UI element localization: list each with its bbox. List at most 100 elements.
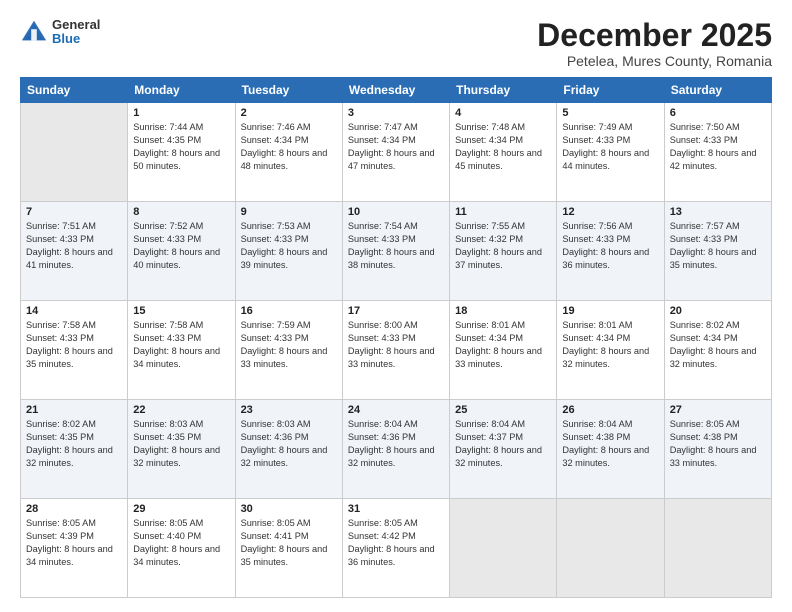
cell-info: Sunrise: 7:51 AM Sunset: 4:33 PM Dayligh… (26, 220, 122, 272)
day-number: 19 (562, 305, 658, 317)
calendar-cell: 23 Sunrise: 8:03 AM Sunset: 4:36 PM Dayli… (235, 400, 342, 499)
day-number: 25 (455, 404, 551, 416)
cell-info: Sunrise: 7:58 AM Sunset: 4:33 PM Dayligh… (26, 319, 122, 371)
cell-info: Sunrise: 8:02 AM Sunset: 4:35 PM Dayligh… (26, 418, 122, 470)
calendar-cell (21, 103, 128, 202)
calendar-cell: 9Sunrise: 7:53 AM Sunset: 4:33 PM Daylig… (235, 202, 342, 301)
calendar-cell: 5Sunrise: 7:49 AM Sunset: 4:33 PM Daylig… (557, 103, 664, 202)
cell-info: Sunrise: 7:47 AM Sunset: 4:34 PM Dayligh… (348, 121, 444, 173)
cell-info: Sunrise: 7:48 AM Sunset: 4:34 PM Dayligh… (455, 121, 551, 173)
logo-text: General Blue (52, 18, 100, 47)
day-number: 11 (455, 206, 551, 218)
month-title: December 2025 (537, 18, 772, 53)
logo-blue: Blue (52, 32, 100, 46)
calendar-cell: 14 Sunrise: 7:58 AM Sunset: 4:33 PM Dayli… (21, 301, 128, 400)
cell-info: Sunrise: 7:46 AM Sunset: 4:34 PM Dayligh… (241, 121, 337, 173)
day-number: 26 (562, 404, 658, 416)
calendar-cell: 20 Sunrise: 8:02 AM Sunset: 4:34 PM Dayli… (664, 301, 771, 400)
week-row-5: 28 Sunrise: 8:05 AM Sunset: 4:39 PM Dayli… (21, 499, 772, 598)
calendar-cell (450, 499, 557, 598)
subtitle: Petelea, Mures County, Romania (537, 53, 772, 69)
cell-info: Sunrise: 8:05 AM Sunset: 4:42 PM Dayligh… (348, 517, 444, 569)
week-row-2: 7 Sunrise: 7:51 AM Sunset: 4:33 PM Daylig… (21, 202, 772, 301)
day-number: 1 (133, 107, 229, 119)
cell-info: Sunrise: 8:04 AM Sunset: 4:37 PM Dayligh… (455, 418, 551, 470)
day-number: 7 (26, 206, 122, 218)
day-number: 23 (241, 404, 337, 416)
week-row-4: 21 Sunrise: 8:02 AM Sunset: 4:35 PM Dayli… (21, 400, 772, 499)
cell-info: Sunrise: 8:02 AM Sunset: 4:34 PM Dayligh… (670, 319, 766, 371)
cell-info: Sunrise: 8:05 AM Sunset: 4:38 PM Dayligh… (670, 418, 766, 470)
calendar-cell: 10 Sunrise: 7:54 AM Sunset: 4:33 PM Dayli… (342, 202, 449, 301)
cell-info: Sunrise: 8:05 AM Sunset: 4:39 PM Dayligh… (26, 517, 122, 569)
cell-info: Sunrise: 7:54 AM Sunset: 4:33 PM Dayligh… (348, 220, 444, 272)
header-day-thursday: Thursday (450, 78, 557, 103)
logo-general: General (52, 18, 100, 32)
day-number: 30 (241, 503, 337, 515)
header-day-saturday: Saturday (664, 78, 771, 103)
day-number: 12 (562, 206, 658, 218)
calendar-cell: 4 Sunrise: 7:48 AM Sunset: 4:34 PM Daylig… (450, 103, 557, 202)
cell-info: Sunrise: 7:56 AM Sunset: 4:33 PM Dayligh… (562, 220, 658, 272)
day-number: 14 (26, 305, 122, 317)
day-number: 24 (348, 404, 444, 416)
cell-info: Sunrise: 8:05 AM Sunset: 4:40 PM Dayligh… (133, 517, 229, 569)
day-number: 18 (455, 305, 551, 317)
day-number: 21 (26, 404, 122, 416)
cell-info: Sunrise: 7:52 AM Sunset: 4:33 PM Dayligh… (133, 220, 229, 272)
calendar-cell: 13 Sunrise: 7:57 AM Sunset: 4:33 PM Dayli… (664, 202, 771, 301)
calendar-cell: 28 Sunrise: 8:05 AM Sunset: 4:39 PM Dayli… (21, 499, 128, 598)
header-day-wednesday: Wednesday (342, 78, 449, 103)
day-number: 31 (348, 503, 444, 515)
calendar-cell: 8 Sunrise: 7:52 AM Sunset: 4:33 PM Daylig… (128, 202, 235, 301)
cell-info: Sunrise: 8:03 AM Sunset: 4:36 PM Dayligh… (241, 418, 337, 470)
day-number: 4 (455, 107, 551, 119)
logo-icon (20, 18, 48, 46)
calendar-cell: 29Sunrise: 8:05 AM Sunset: 4:40 PM Dayli… (128, 499, 235, 598)
day-number: 5 (562, 107, 658, 119)
cell-info: Sunrise: 8:04 AM Sunset: 4:36 PM Dayligh… (348, 418, 444, 470)
calendar-cell: 16 Sunrise: 7:59 AM Sunset: 4:33 PM Dayli… (235, 301, 342, 400)
cell-info: Sunrise: 7:59 AM Sunset: 4:33 PM Dayligh… (241, 319, 337, 371)
day-number: 10 (348, 206, 444, 218)
cell-info: Sunrise: 8:01 AM Sunset: 4:34 PM Dayligh… (562, 319, 658, 371)
day-number: 22 (133, 404, 229, 416)
cell-info: Sunrise: 7:50 AM Sunset: 4:33 PM Dayligh… (670, 121, 766, 173)
day-number: 3 (348, 107, 444, 119)
day-number: 13 (670, 206, 766, 218)
logo: General Blue (20, 18, 100, 47)
calendar-cell: 26Sunrise: 8:04 AM Sunset: 4:38 PM Dayli… (557, 400, 664, 499)
calendar-cell: 31 Sunrise: 8:05 AM Sunset: 4:42 PM Dayli… (342, 499, 449, 598)
day-number: 8 (133, 206, 229, 218)
calendar-cell: 22Sunrise: 8:03 AM Sunset: 4:35 PM Dayli… (128, 400, 235, 499)
cell-info: Sunrise: 7:44 AM Sunset: 4:35 PM Dayligh… (133, 121, 229, 173)
calendar-cell (557, 499, 664, 598)
cell-info: Sunrise: 8:01 AM Sunset: 4:34 PM Dayligh… (455, 319, 551, 371)
calendar-cell: 3 Sunrise: 7:47 AM Sunset: 4:34 PM Daylig… (342, 103, 449, 202)
calendar-cell: 30 Sunrise: 8:05 AM Sunset: 4:41 PM Dayli… (235, 499, 342, 598)
calendar-cell: 12 Sunrise: 7:56 AM Sunset: 4:33 PM Dayli… (557, 202, 664, 301)
day-number: 16 (241, 305, 337, 317)
cell-info: Sunrise: 7:57 AM Sunset: 4:33 PM Dayligh… (670, 220, 766, 272)
day-number: 15 (133, 305, 229, 317)
day-number: 27 (670, 404, 766, 416)
header-day-tuesday: Tuesday (235, 78, 342, 103)
calendar-cell: 24 Sunrise: 8:04 AM Sunset: 4:36 PM Dayli… (342, 400, 449, 499)
cell-info: Sunrise: 8:05 AM Sunset: 4:41 PM Dayligh… (241, 517, 337, 569)
calendar-cell: 15Sunrise: 7:58 AM Sunset: 4:33 PM Dayli… (128, 301, 235, 400)
week-row-1: 1 Sunrise: 7:44 AM Sunset: 4:35 PM Daylig… (21, 103, 772, 202)
day-number: 20 (670, 305, 766, 317)
calendar-cell: 1 Sunrise: 7:44 AM Sunset: 4:35 PM Daylig… (128, 103, 235, 202)
day-number: 9 (241, 206, 337, 218)
calendar-cell: 11 Sunrise: 7:55 AM Sunset: 4:32 PM Dayli… (450, 202, 557, 301)
page: General Blue December 2025 Petelea, Mure… (0, 0, 792, 612)
cell-info: Sunrise: 7:55 AM Sunset: 4:32 PM Dayligh… (455, 220, 551, 272)
calendar-cell: 25 Sunrise: 8:04 AM Sunset: 4:37 PM Dayli… (450, 400, 557, 499)
day-number: 28 (26, 503, 122, 515)
header-day-friday: Friday (557, 78, 664, 103)
calendar-cell: 21 Sunrise: 8:02 AM Sunset: 4:35 PM Dayli… (21, 400, 128, 499)
calendar-cell: 7 Sunrise: 7:51 AM Sunset: 4:33 PM Daylig… (21, 202, 128, 301)
calendar-cell: 18 Sunrise: 8:01 AM Sunset: 4:34 PM Dayli… (450, 301, 557, 400)
calendar-cell: 19 Sunrise: 8:01 AM Sunset: 4:34 PM Dayli… (557, 301, 664, 400)
calendar-cell: 6Sunrise: 7:50 AM Sunset: 4:33 PM Daylig… (664, 103, 771, 202)
